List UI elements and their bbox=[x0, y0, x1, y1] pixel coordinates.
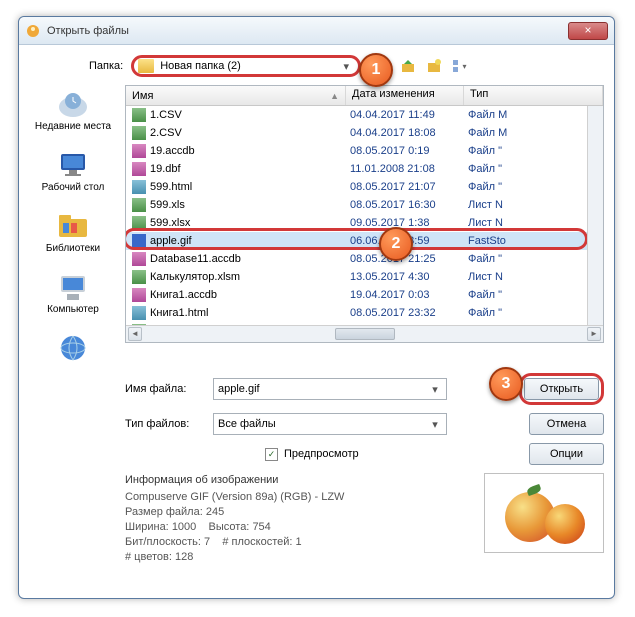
file-icon bbox=[132, 216, 146, 230]
new-folder-icon[interactable] bbox=[425, 57, 443, 75]
file-rows: 1.CSV04.04.2017 11:49Файл M2.CSV04.04.20… bbox=[126, 106, 603, 325]
file-row[interactable]: 599.xls08.05.2017 16:30Лист N bbox=[126, 196, 603, 214]
annotation-marker-3: 3 bbox=[489, 367, 523, 401]
places-sidebar: Недавние места Рабочий стол Библиотеки К… bbox=[29, 85, 117, 365]
image-info: Информация об изображении Compuserve GIF… bbox=[125, 473, 468, 565]
options-button[interactable]: Опции bbox=[529, 443, 604, 465]
sidebar-item-recent[interactable]: Недавние места bbox=[35, 89, 111, 132]
file-row[interactable]: 19.accdb08.05.2017 0:19Файл " bbox=[126, 142, 603, 160]
window-title: Открыть файлы bbox=[47, 25, 568, 37]
column-headers[interactable]: Имя▲ Дата изменения Тип bbox=[126, 86, 603, 106]
network-icon bbox=[55, 333, 91, 363]
file-row[interactable]: Книга1.html08.05.2017 23:32Файл " bbox=[126, 304, 603, 322]
file-row[interactable]: Книга1.ods08.05.2017 11:59Элект bbox=[126, 322, 603, 325]
annotation-marker-1: 1 bbox=[359, 53, 393, 87]
file-icon bbox=[132, 108, 146, 122]
file-row[interactable]: apple.gif06.06.2017 3:59FastSto bbox=[126, 232, 603, 250]
sidebar-item-network[interactable] bbox=[55, 333, 91, 365]
folder-name: Новая папка (2) bbox=[160, 60, 338, 72]
open-button[interactable]: Открыть bbox=[524, 378, 599, 400]
preview-checkbox[interactable]: ✓ bbox=[265, 448, 278, 461]
file-icon bbox=[132, 306, 146, 320]
titlebar[interactable]: Открыть файлы × bbox=[19, 17, 614, 45]
file-icon bbox=[132, 126, 146, 140]
scroll-left-button[interactable]: ◄ bbox=[128, 327, 142, 341]
sidebar-item-computer[interactable]: Компьютер bbox=[47, 272, 99, 315]
file-row[interactable]: 1.CSV04.04.2017 11:49Файл M bbox=[126, 106, 603, 124]
file-row[interactable]: Книга1.accdb19.04.2017 0:03Файл " bbox=[126, 286, 603, 304]
chevron-down-icon: ▾ bbox=[338, 60, 354, 73]
sidebar-item-libraries[interactable]: Библиотеки bbox=[46, 211, 100, 254]
file-open-dialog: Открыть файлы × Папка: Новая папка (2) ▾… bbox=[18, 16, 615, 599]
computer-icon bbox=[55, 272, 91, 302]
column-type[interactable]: Тип bbox=[464, 86, 603, 105]
filename-label: Имя файла: bbox=[125, 383, 205, 395]
filetype-dropdown[interactable]: Все файлы ▾ bbox=[213, 413, 447, 435]
file-icon bbox=[132, 162, 146, 176]
horizontal-scrollbar[interactable]: ◄ ► bbox=[126, 325, 603, 342]
file-icon bbox=[132, 198, 146, 212]
file-row[interactable]: Калькулятор.xlsm13.05.2017 4:30Лист N bbox=[126, 268, 603, 286]
file-icon bbox=[132, 288, 146, 302]
file-row[interactable]: Database11.accdb08.05.2017 21:25Файл " bbox=[126, 250, 603, 268]
libraries-icon bbox=[55, 211, 91, 241]
chevron-down-icon: ▾ bbox=[428, 383, 442, 396]
column-date[interactable]: Дата изменения bbox=[346, 86, 464, 105]
vertical-scrollbar[interactable] bbox=[587, 106, 603, 325]
file-row[interactable]: 19.dbf11.01.2008 21:08Файл " bbox=[126, 160, 603, 178]
chevron-down-icon: ▾ bbox=[428, 418, 442, 431]
scroll-right-button[interactable]: ► bbox=[587, 327, 601, 341]
app-icon bbox=[25, 23, 41, 39]
filename-input[interactable]: apple.gif ▾ bbox=[213, 378, 447, 400]
scroll-thumb[interactable] bbox=[335, 328, 395, 340]
cancel-button[interactable]: Отмена bbox=[529, 413, 604, 435]
file-row[interactable]: 599.xlsx09.05.2017 1:38Лист N bbox=[126, 214, 603, 232]
file-row[interactable]: 2.CSV04.04.2017 18:08Файл M bbox=[126, 124, 603, 142]
preview-thumbnail bbox=[484, 473, 604, 553]
file-icon bbox=[132, 252, 146, 266]
up-icon[interactable] bbox=[399, 57, 417, 75]
close-button[interactable]: × bbox=[568, 22, 608, 40]
file-icon bbox=[132, 324, 146, 325]
file-icon bbox=[132, 144, 146, 158]
filetype-label: Тип файлов: bbox=[125, 418, 205, 430]
recent-icon bbox=[55, 89, 91, 119]
file-icon bbox=[132, 234, 146, 248]
desktop-icon bbox=[55, 150, 91, 180]
folder-label: Папка: bbox=[89, 60, 123, 72]
file-icon bbox=[132, 180, 146, 194]
preview-label: Предпросмотр bbox=[284, 448, 359, 460]
sidebar-item-desktop[interactable]: Рабочий стол bbox=[42, 150, 105, 193]
view-icon[interactable]: ▾ bbox=[451, 57, 469, 75]
column-name: Имя▲ bbox=[126, 86, 346, 105]
file-icon bbox=[132, 270, 146, 284]
folder-dropdown[interactable]: Новая папка (2) ▾ bbox=[131, 55, 361, 77]
file-list[interactable]: Имя▲ Дата изменения Тип 1.CSV04.04.2017 … bbox=[125, 85, 604, 343]
file-row[interactable]: 599.html08.05.2017 21:07Файл " bbox=[126, 178, 603, 196]
folder-icon bbox=[138, 59, 154, 73]
annotation-marker-2: 2 bbox=[379, 227, 413, 261]
